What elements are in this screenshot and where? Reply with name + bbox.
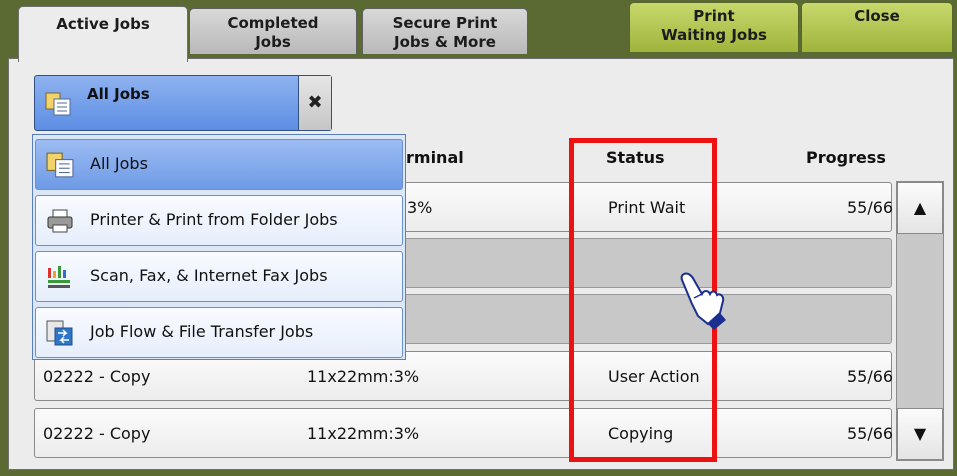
filter-selected-label: All Jobs xyxy=(87,85,150,103)
row-progress: 55/66 xyxy=(847,424,894,443)
arrow-down-icon: ▼ xyxy=(913,424,927,443)
dropdown-item-label: All Jobs xyxy=(90,154,148,173)
filter-close-button[interactable]: ✖ xyxy=(298,76,331,130)
scrollbar[interactable]: ▲ ▼ xyxy=(896,181,944,461)
tab-active-jobs[interactable]: Active Jobs xyxy=(18,6,188,62)
scroll-up-button[interactable]: ▲ xyxy=(897,182,943,234)
arrow-up-icon: ▲ xyxy=(913,198,927,217)
all-jobs-icon xyxy=(45,92,71,116)
print-waiting-label-2: Waiting Jobs xyxy=(661,26,767,44)
row-terminal: 3% xyxy=(407,198,433,217)
tab-secure-print[interactable]: Secure Print Jobs & More xyxy=(362,8,528,54)
job-filter-selector[interactable]: All Jobs ✖ xyxy=(34,75,332,131)
column-header-terminal: rminal xyxy=(406,148,464,167)
dropdown-item-label: Printer & Print from Folder Jobs xyxy=(90,210,338,229)
tab-completed-label-2: Jobs xyxy=(255,33,291,51)
print-waiting-label-1: Print xyxy=(693,7,735,25)
dropdown-item-job-flow-jobs[interactable]: Job Flow & File Transfer Jobs xyxy=(35,307,403,358)
close-button-label: Close xyxy=(854,7,900,25)
pointing-hand-icon xyxy=(680,272,726,330)
dropdown-item-label: Scan, Fax, & Internet Fax Jobs xyxy=(90,266,328,285)
scan-fax-icon xyxy=(48,266,70,288)
close-button[interactable]: Close xyxy=(801,2,953,52)
printer-icon xyxy=(47,209,73,233)
print-waiting-jobs-button[interactable]: Print Waiting Jobs xyxy=(629,2,799,52)
dropdown-item-label: Job Flow & File Transfer Jobs xyxy=(90,322,314,341)
tab-completed-jobs[interactable]: Completed Jobs xyxy=(189,8,357,54)
column-header-progress: Progress xyxy=(806,148,886,167)
all-jobs-icon xyxy=(46,152,74,178)
job-type-dropdown: All Jobs Printer & Print from Folder Job… xyxy=(32,134,406,360)
tab-secure-label-2: Jobs & More xyxy=(394,33,496,51)
row-progress: 55/66 xyxy=(847,198,894,217)
scroll-down-button[interactable]: ▼ xyxy=(897,408,943,460)
tab-completed-label-1: Completed xyxy=(227,14,319,32)
dropdown-item-printer-jobs[interactable]: Printer & Print from Folder Jobs xyxy=(35,195,403,246)
tab-secure-label-1: Secure Print xyxy=(392,14,498,32)
row-job-name: 02222 - Copy xyxy=(43,367,151,386)
row-job-name: 02222 - Copy xyxy=(43,424,151,443)
table-row[interactable]: 02222 - Copy 11x22mm:3% Copying 55/66 xyxy=(34,408,894,458)
job-status-screen: Active Jobs Completed Jobs Secure Print … xyxy=(0,0,957,476)
dropdown-item-scan-fax-jobs[interactable]: Scan, Fax, & Internet Fax Jobs xyxy=(35,251,403,302)
close-icon: ✖ xyxy=(307,92,323,113)
job-flow-icon xyxy=(46,320,73,346)
row-progress: 55/66 xyxy=(847,367,894,386)
row-terminal: 11x22mm:3% xyxy=(307,424,420,443)
tab-active-jobs-label: Active Jobs xyxy=(56,15,150,33)
dropdown-item-all-jobs[interactable]: All Jobs xyxy=(35,139,403,190)
row-terminal: 11x22mm:3% xyxy=(307,367,420,386)
